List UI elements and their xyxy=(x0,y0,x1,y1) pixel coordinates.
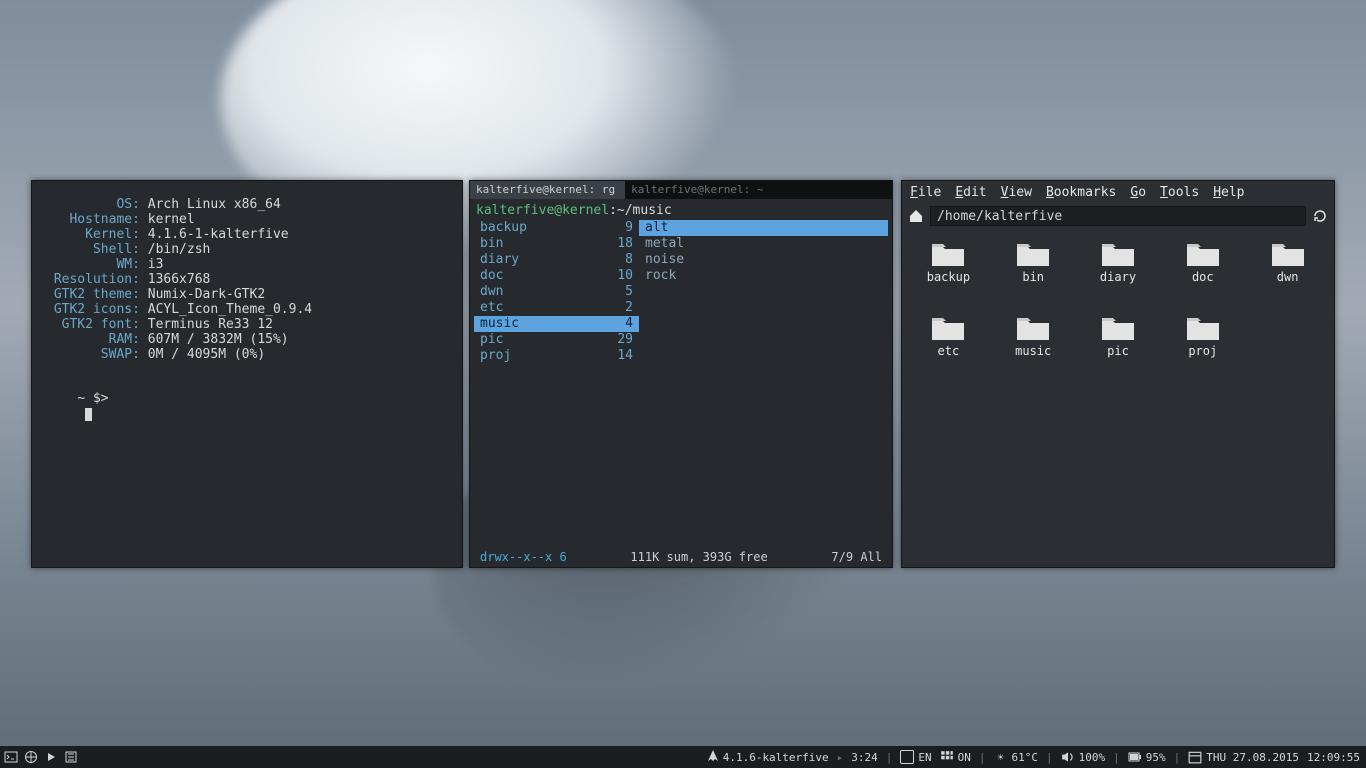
folder-bin[interactable]: bin xyxy=(991,240,1076,310)
ranger-row[interactable]: rock xyxy=(639,268,888,284)
kernel-version: 4.1.6-kalterfive xyxy=(723,751,829,764)
battery-icon xyxy=(1128,750,1142,764)
menu-edit[interactable]: Edit xyxy=(955,185,986,200)
folder-diary[interactable]: diary xyxy=(1076,240,1161,310)
ranger-row[interactable]: pic29 xyxy=(474,332,639,348)
sysinfo-row: GTK2 theme: Numix-Dark-GTK2 xyxy=(46,287,448,302)
ranger-row[interactable]: diary8 xyxy=(474,252,639,268)
go-icon[interactable] xyxy=(1312,208,1328,224)
temperature: 61°C xyxy=(1012,751,1039,764)
date: THU 27.08.2015 xyxy=(1206,751,1299,764)
sysinfo-row: RAM: 607M / 3832M (15%) xyxy=(46,332,448,347)
calendar-icon[interactable] xyxy=(1188,750,1202,764)
sysinfo-row: GTK2 font: Terminus Re33 12 xyxy=(46,317,448,332)
volume: 100% xyxy=(1079,751,1106,764)
menu-help[interactable]: Help xyxy=(1213,185,1244,200)
ranger-row[interactable]: metal xyxy=(639,236,888,252)
sysinfo-row: Kernel: 4.1.6-1-kalterfive xyxy=(46,227,448,242)
folder-pic[interactable]: pic xyxy=(1076,314,1161,384)
prompt: ~ $> xyxy=(77,391,108,406)
file-manager[interactable]: File Edit View Bookmarks Go Tools Help backupb… xyxy=(901,180,1335,568)
ranger-row[interactable]: dwn5 xyxy=(474,284,639,300)
keyboard-icon xyxy=(900,750,914,764)
ranger-row[interactable]: etc2 xyxy=(474,300,639,316)
ranger-row[interactable]: noise xyxy=(639,252,888,268)
sysinfo-row: OS: Arch Linux x86_64 xyxy=(46,197,448,212)
ranger-row[interactable]: music4 xyxy=(474,316,639,332)
sysinfo-row: Resolution: 1366x768 xyxy=(46,272,448,287)
cursor xyxy=(85,408,92,421)
ranger-parent-column[interactable]: backup9bin18diary8doc10dwn5etc2music4pic… xyxy=(474,220,639,548)
sysinfo-row: GTK2 icons: ACYL_Icon_Theme_0.9.4 xyxy=(46,302,448,317)
menu-tools[interactable]: Tools xyxy=(1160,185,1199,200)
battery: 95% xyxy=(1146,751,1166,764)
ranger-row[interactable]: alt xyxy=(639,220,888,236)
grid-icon xyxy=(940,750,954,764)
tab-shell[interactable]: kalterfive@kernel: ~ xyxy=(625,181,773,199)
location-input[interactable] xyxy=(930,206,1306,226)
ranger-path: kalterfive@kernel:~/music xyxy=(476,203,888,218)
folder-proj[interactable]: proj xyxy=(1160,314,1245,384)
tab-bar: kalterfive@kernel: rg kalterfive@kernel:… xyxy=(470,181,892,199)
home-icon[interactable] xyxy=(908,209,924,223)
folder-backup[interactable]: backup xyxy=(906,240,991,310)
folder-etc[interactable]: etc xyxy=(906,314,991,384)
sysinfo-row: Hostname: kernel xyxy=(46,212,448,227)
ranger-statusbar: drwx--x--x 6 111K sum, 393G free 7/9 All xyxy=(474,548,888,567)
ranger-row[interactable]: backup9 xyxy=(474,220,639,236)
time: 12:09:55 xyxy=(1307,751,1360,764)
play-launcher-icon[interactable] xyxy=(44,750,58,764)
browser-launcher-icon[interactable] xyxy=(24,750,38,764)
tab-ranger[interactable]: kalterfive@kernel: rg xyxy=(470,181,625,199)
sysinfo-row: WM: i3 xyxy=(46,257,448,272)
statusbar[interactable]: 4.1.6-kalterfive ▸ 3:24 | EN ON | ☀61°C … xyxy=(0,746,1366,768)
ranger-current-column[interactable]: alt metal noise rock xyxy=(639,220,888,548)
filemanager-launcher-icon[interactable] xyxy=(64,750,78,764)
folder-dwn[interactable]: dwn xyxy=(1245,240,1330,310)
location-bar xyxy=(902,204,1334,230)
ranger-row[interactable]: bin18 xyxy=(474,236,639,252)
temp-icon: ☀ xyxy=(994,750,1008,764)
terminal-sysinfo[interactable]: OS: Arch Linux x86_64 Hostname: kernel K… xyxy=(31,180,463,568)
menu-go[interactable]: Go xyxy=(1130,185,1146,200)
folder-music[interactable]: music xyxy=(991,314,1076,384)
menubar[interactable]: File Edit View Bookmarks Go Tools Help xyxy=(902,181,1334,204)
menu-view[interactable]: View xyxy=(1001,185,1032,200)
uptime: 3:24 xyxy=(851,751,878,764)
terminal-launcher-icon[interactable] xyxy=(4,750,18,764)
sysinfo-row: Shell: /bin/zsh xyxy=(46,242,448,257)
terminal-ranger[interactable]: kalterfive@kernel: rg kalterfive@kernel:… xyxy=(469,180,893,568)
menu-file[interactable]: File xyxy=(910,185,941,200)
sysinfo-row: SWAP: 0M / 4095M (0%) xyxy=(46,347,448,362)
volume-icon[interactable] xyxy=(1061,750,1075,764)
folder-doc[interactable]: doc xyxy=(1160,240,1245,310)
arch-icon xyxy=(707,750,719,765)
menu-bookmarks[interactable]: Bookmarks xyxy=(1046,185,1116,200)
ranger-row[interactable]: proj14 xyxy=(474,348,639,364)
file-grid[interactable]: backupbindiarydocdwn etcmusicpicproj xyxy=(902,230,1334,567)
ranger-row[interactable]: doc10 xyxy=(474,268,639,284)
kb-status: ON xyxy=(958,751,971,764)
layout-indicator[interactable]: EN xyxy=(918,751,931,764)
